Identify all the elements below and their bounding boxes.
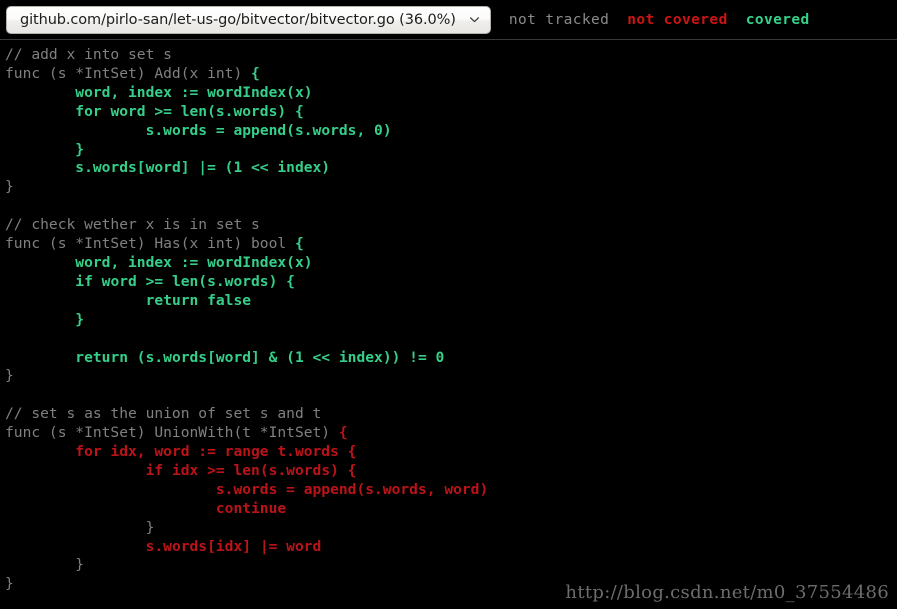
code-line: word, index := wordIndex(x) — [5, 83, 313, 101]
code-line: } — [5, 367, 14, 384]
code-line: func (s *IntSet) UnionWith(t *IntSet) { — [5, 424, 348, 441]
code-span-untracked: } — [5, 178, 14, 196]
code-line: } — [5, 575, 14, 592]
code-span-untracked: } — [5, 556, 85, 574]
code-line: s.words = append(s.words, word) — [5, 481, 488, 498]
code-line: if word >= len(s.words) { — [5, 273, 295, 290]
file-select-value: github.com/pirlo-san/let-us-go/bitvector… — [20, 11, 456, 28]
code-span-covered: { — [294, 235, 304, 253]
code-line: s.words[word] |= (1 << index) — [5, 159, 330, 176]
coverage-header-bar: github.com/pirlo-san/let-us-go/bitvector… — [0, 0, 897, 40]
code-line: continue — [5, 500, 286, 517]
code-line: s.words[idx] |= word — [5, 537, 322, 555]
code-span-covered: s.words[word] |= (1 << index) — [5, 159, 331, 177]
code-span-uncovered: s.words[idx] |= word — [5, 537, 322, 555]
code-line: // add x into set s — [5, 46, 172, 63]
coverage-code-panel[interactable]: // add x into set s func (s *IntSet) Add… — [0, 41, 897, 609]
code-span-untracked: } — [5, 575, 14, 593]
code-span-uncovered: continue — [5, 499, 287, 517]
code-span-covered: return false — [5, 291, 252, 309]
code-line: // set s as the union of set s and t — [5, 405, 321, 422]
code-line: for word >= len(s.words) { — [5, 102, 304, 120]
source-code: // add x into set s func (s *IntSet) Add… — [0, 41, 897, 594]
code-span-uncovered: if idx >= len(s.words) { — [5, 461, 357, 479]
code-span-untracked: func (s *IntSet) Add(x int) — [5, 64, 252, 82]
code-span-covered: if word >= len(s.words) { — [5, 272, 295, 290]
legend-item-not-covered: not covered — [627, 11, 728, 28]
code-span-covered: word, index := wordIndex(x) — [5, 83, 313, 101]
code-span-covered: } — [5, 310, 85, 328]
watermark: http://blog.csdn.net/m0_37554486 — [565, 582, 889, 603]
code-span-untracked: func (s *IntSet) UnionWith(t *IntSet) — [5, 424, 339, 442]
code-span-covered: { — [251, 64, 260, 82]
code-line: for idx, word := range t.words { — [5, 443, 356, 460]
code-span-covered: for word >= len(s.words) { — [5, 102, 304, 120]
code-line: s.words = append(s.words, 0) — [5, 122, 392, 139]
code-line: } — [5, 178, 14, 195]
code-line: return false — [5, 292, 251, 309]
file-select[interactable]: github.com/pirlo-san/let-us-go/bitvector… — [6, 5, 491, 34]
legend-item-not-tracked: not tracked — [508, 11, 610, 28]
code-line: func (s *IntSet) Add(x int) { — [5, 65, 260, 82]
code-span-uncovered: for idx, word := range t.words { — [5, 443, 357, 461]
coverage-legend: not tracked not covered covered — [509, 12, 810, 28]
code-span-untracked: // check wether x is in set s — [5, 216, 260, 234]
code-span-covered: return (s.words[word] & (1 << index)) !=… — [5, 348, 445, 366]
code-line: } — [5, 556, 84, 573]
code-line: } — [5, 518, 155, 536]
legend-item-covered: covered — [745, 11, 810, 28]
code-line: // check wether x is in set s — [5, 216, 260, 233]
code-span-untracked: func (s *IntSet) Has(x int) bool — [5, 235, 295, 253]
code-span-untracked: // add x into set s — [5, 46, 172, 63]
code-span-untracked: } — [5, 518, 155, 536]
code-line: func (s *IntSet) Has(x int) bool { — [5, 235, 304, 252]
chevron-down-icon — [469, 17, 479, 23]
code-span-uncovered: { — [338, 424, 348, 442]
code-line: word, index := wordIndex(x) — [5, 253, 313, 271]
code-line: return (s.words[word] & (1 << index)) !=… — [5, 349, 444, 366]
code-span-covered: s.words = append(s.words, 0) — [5, 121, 392, 139]
code-line: if idx >= len(s.words) { — [5, 461, 357, 479]
code-span-uncovered: s.words = append(s.words, word) — [5, 480, 489, 498]
code-span-covered: } — [5, 140, 85, 158]
code-line: } — [5, 311, 84, 328]
code-span-untracked: // set s as the union of set s and t — [5, 405, 322, 423]
code-line: } — [5, 141, 84, 158]
code-span-covered: word, index := wordIndex(x) — [5, 253, 313, 271]
code-span-untracked: } — [5, 367, 14, 385]
